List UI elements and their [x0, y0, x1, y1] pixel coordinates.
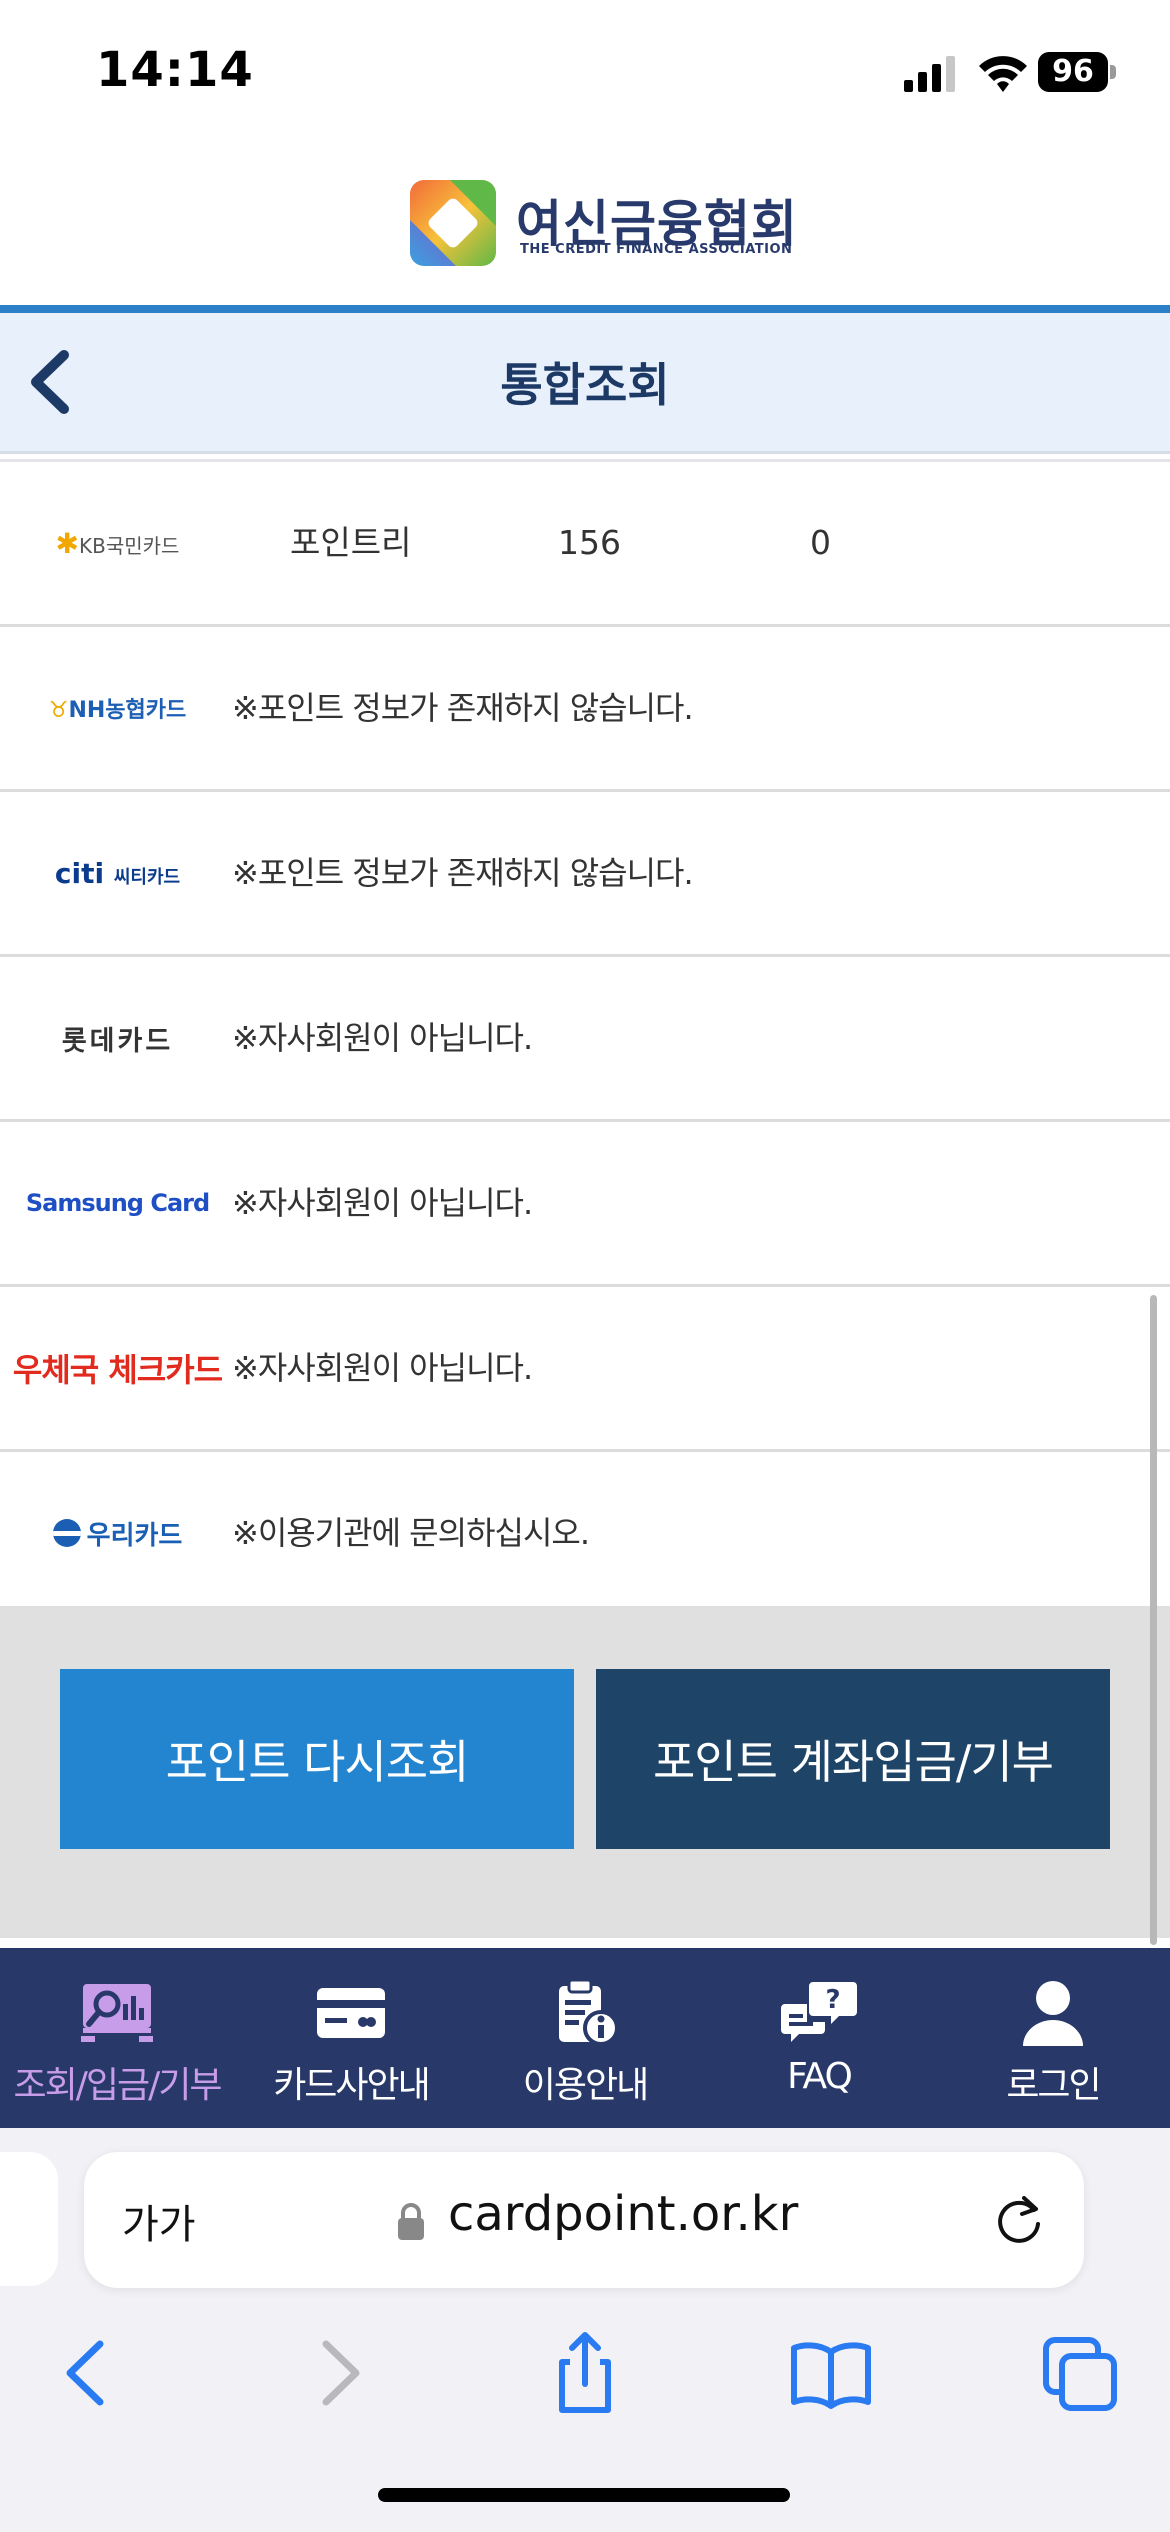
wifi-icon [979, 56, 1027, 92]
requery-points-button[interactable]: 포인트 다시조회 [60, 1669, 574, 1849]
faq-chat-icon: ? [781, 1982, 857, 2042]
back-icon[interactable] [42, 2328, 132, 2418]
woori-symbol-icon [52, 1519, 81, 1547]
row-message: ※포인트 정보가 존재하지 않습니다. [232, 689, 694, 727]
row-message: ※자사회원이 아닙니다. [232, 1019, 533, 1057]
battery-icon: 96 [1038, 52, 1116, 92]
credit-card-icon [317, 1988, 385, 2038]
list-item: 우리카드 ※이용기관에 문의하십시오. [0, 1452, 1170, 1614]
share-icon[interactable] [540, 2328, 630, 2418]
status-bar: 14:14 96 [0, 0, 1170, 150]
post-check-card-logo: 우체국 체크카드 [12, 1351, 223, 1389]
home-indicator [378, 2488, 790, 2502]
deposit-donate-button[interactable]: 포인트 계좌입금/기부 [596, 1669, 1110, 1849]
lotte-card-logo: 롯데카드 [61, 1025, 174, 1057]
nav-item-card-companies[interactable]: 카드사안내 [234, 1948, 468, 2128]
nav-item-faq[interactable]: ? FAQ [702, 1948, 936, 2128]
row-message: ※포인트 정보가 존재하지 않습니다. [232, 854, 694, 892]
list-item: ✱KB국민카드 포인트리 156 0 [0, 462, 1170, 627]
row-message: ※이용기관에 문의하십시오. [232, 1514, 590, 1552]
nav-label: 로그인 [1006, 2065, 1101, 2106]
card-point-list: ✱KB국민카드 포인트리 156 0 ♉NH농협카드 ※포인트 정보가 존재하지… [0, 462, 1170, 1614]
woori-card-logo: 우리카드 [0, 1452, 235, 1614]
url-text: cardpoint.or.kr [448, 2186, 799, 2242]
list-item: Samsung Card ※자사회원이 아닙니다. [0, 1122, 1170, 1287]
kb-star-icon: ✱ [55, 526, 80, 560]
nh-card-logo: ♉NH농협카드 [48, 698, 187, 723]
header-divider [0, 305, 1170, 313]
forward-icon[interactable] [294, 2328, 384, 2418]
nav-item-guide[interactable]: 이용안내 [468, 1948, 702, 2128]
point-other: 0 [810, 523, 831, 562]
search-chart-icon [81, 1984, 153, 2042]
list-item: 우체국 체크카드 ※자사회원이 아닙니다. [0, 1287, 1170, 1452]
row-message: ※자사회원이 아닙니다. [232, 1184, 533, 1222]
lock-icon [398, 2203, 424, 2240]
org-name-en: THE CREDIT FINANCE ASSOCIATION [520, 242, 793, 257]
list-item: citi 씨티카드 ※포인트 정보가 존재하지 않습니다. [0, 792, 1170, 957]
bookmarks-icon[interactable] [786, 2328, 876, 2418]
nav-item-login[interactable]: 로그인 [936, 1948, 1170, 2128]
nav-label: 조회/입금/기부 [13, 2065, 223, 2106]
citi-card-logo: citi 씨티카드 [54, 856, 181, 890]
list-item: 롯데카드 ※자사회원이 아닙니다. [0, 957, 1170, 1122]
status-time: 14:14 [96, 42, 254, 98]
list-item: ♉NH농협카드 ※포인트 정보가 존재하지 않습니다. [0, 627, 1170, 792]
reload-icon[interactable] [990, 2192, 1048, 2250]
svg-text:?: ? [825, 1985, 840, 2015]
tabs-icon[interactable] [1036, 2328, 1126, 2418]
cellular-signal-icon [904, 56, 955, 92]
clipboard-info-icon [559, 1978, 619, 2046]
samsung-card-logo: Samsung Card [25, 1189, 210, 1217]
nav-label: 카드사안내 [273, 2065, 431, 2106]
nav-label: 이용안내 [522, 2065, 649, 2106]
user-icon [1023, 1981, 1083, 2046]
scrollbar[interactable] [1150, 1295, 1157, 1945]
association-logo-icon [410, 180, 496, 266]
bottom-nav: 조회/입금/기부 카드사안내 이용안내 ? FAQ 로그인 [0, 1948, 1170, 2128]
site-logo[interactable]: 여신금융협회 THE CREDIT FINANCE ASSOCIATION [0, 150, 1170, 305]
browser-toolbar: 가가 cardpoint.or.kr [0, 2128, 1170, 2532]
title-bar: 통합조회 [0, 313, 1170, 454]
address-bar[interactable]: 가가 cardpoint.or.kr [84, 2152, 1084, 2288]
point-name: 포인트리 [290, 523, 412, 562]
row-message: ※자사회원이 아닙니다. [232, 1349, 533, 1387]
action-panel: 포인트 다시조회 포인트 계좌입금/기부 [0, 1606, 1170, 1938]
nav-label: FAQ [787, 2056, 853, 2097]
page-title: 통합조회 [500, 358, 670, 412]
previous-tab-stub[interactable] [0, 2152, 58, 2286]
kb-card-logo: ✱KB국민카드 [55, 526, 180, 560]
point-value: 156 [558, 523, 621, 562]
nav-item-inquiry[interactable]: 조회/입금/기부 [0, 1948, 234, 2128]
battery-level: 96 [1038, 52, 1108, 92]
nh-symbol-icon: ♉ [48, 698, 69, 723]
text-size-button[interactable]: 가가 [122, 2192, 196, 2250]
